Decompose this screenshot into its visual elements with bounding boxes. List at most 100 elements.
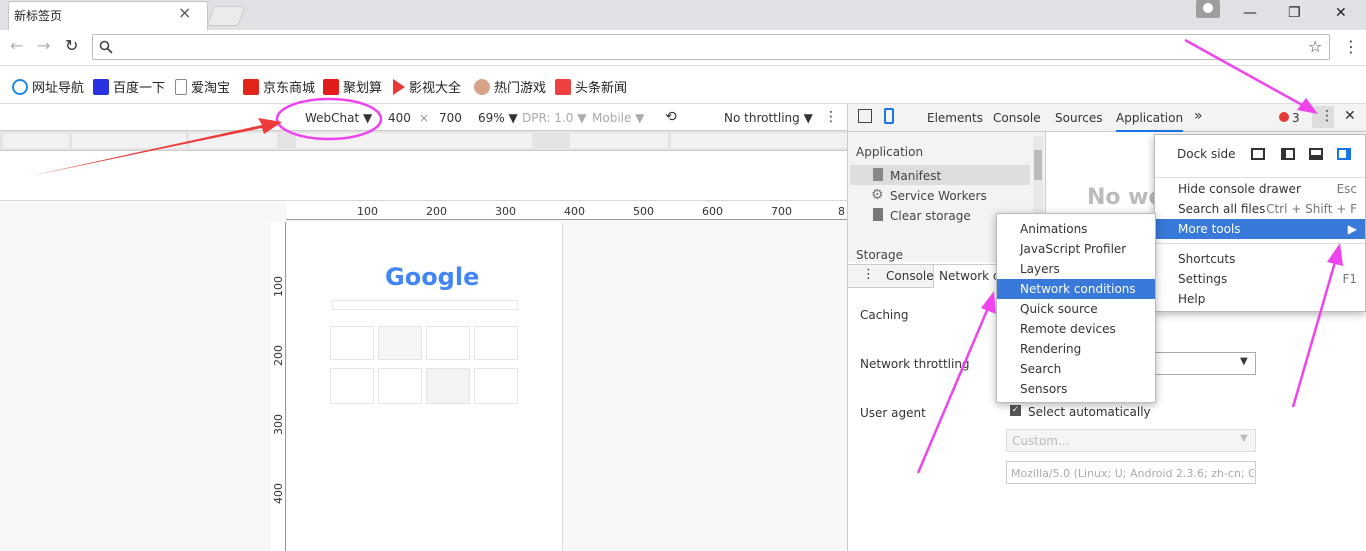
device-toolbar-menu-icon[interactable]: ⋮ xyxy=(824,109,838,125)
menu-divider xyxy=(1155,177,1365,178)
bookmark-item[interactable]: 头条新闻 xyxy=(555,77,627,96)
menu-item-more-tools[interactable]: More tools ▶ xyxy=(1155,219,1365,239)
menu-item-search[interactable]: Search xyxy=(997,359,1155,379)
menu-item-javascript-profiler[interactable]: JavaScript Profiler xyxy=(997,239,1155,259)
tile-thumbnail[interactable] xyxy=(330,326,374,360)
menu-item-search-all-files[interactable]: Search all files Ctrl + Shift + F xyxy=(1155,199,1365,219)
height-input[interactable]: 700 xyxy=(439,111,462,125)
menu-item-animations[interactable]: Animations xyxy=(997,219,1155,239)
tab-title: 新标签页 xyxy=(14,9,63,23)
close-window-button[interactable]: ✕ xyxy=(1335,5,1347,21)
caching-label: Caching xyxy=(860,308,909,322)
device-select[interactable]: WebChat ▼ xyxy=(305,111,372,125)
play-icon xyxy=(393,78,405,95)
width-input[interactable]: 400 xyxy=(388,111,411,125)
menu-item-rendering[interactable]: Rendering xyxy=(997,339,1155,359)
tile-thumbnail[interactable] xyxy=(330,368,374,404)
ruler-tick-label: 200 xyxy=(272,345,285,366)
media-query-segment[interactable] xyxy=(570,133,668,148)
tile-thumbnail[interactable] xyxy=(474,326,518,360)
bookmark-item[interactable]: 爱淘宝 xyxy=(175,77,230,96)
sidebar-item-clear-storage[interactable]: Clear storage xyxy=(890,209,971,223)
reload-icon[interactable]: ↻ xyxy=(65,36,78,55)
tile-thumbnail[interactable] xyxy=(426,326,470,360)
inspect-element-icon[interactable] xyxy=(858,109,872,123)
tab-sources[interactable]: Sources xyxy=(1055,111,1102,125)
browser-menu-icon[interactable]: ⋮ xyxy=(1343,37,1359,56)
tab-elements[interactable]: Elements xyxy=(927,111,983,125)
bookmark-label: 热门游戏 xyxy=(494,81,547,96)
bookmark-label: 头条新闻 xyxy=(575,81,628,96)
dock-right-icon[interactable] xyxy=(1337,148,1351,160)
menu-item-sensors[interactable]: Sensors xyxy=(997,379,1155,399)
error-count[interactable]: 3 xyxy=(1292,111,1300,125)
restore-button[interactable]: ❐ xyxy=(1288,5,1301,21)
back-arrow-icon[interactable]: ← xyxy=(10,36,23,55)
dpr-select[interactable]: DPR: 1.0 ▼ xyxy=(522,111,586,125)
forward-arrow-icon[interactable]: → xyxy=(37,36,50,55)
tab-application[interactable]: Application xyxy=(1116,111,1184,132)
chevron-down-icon: ▼ xyxy=(1240,433,1248,444)
search-box-preview[interactable] xyxy=(332,300,518,310)
more-tabs-icon[interactable]: » xyxy=(1194,108,1203,124)
no-web-manifest-text: No we xyxy=(1087,185,1164,210)
profile-avatar-icon[interactable] xyxy=(1196,0,1220,18)
bookmark-item[interactable]: 京东商城 xyxy=(243,77,315,96)
drawer-menu-icon[interactable]: ⋮ xyxy=(862,267,875,282)
throttling-select[interactable]: No throttling ▼ xyxy=(724,111,813,125)
ruler-tick-label: 600 xyxy=(702,205,723,218)
undock-icon[interactable] xyxy=(1251,148,1265,160)
media-query-segment[interactable] xyxy=(189,133,277,148)
menu-item-network-conditions[interactable]: Network conditions xyxy=(997,279,1155,299)
globe-icon xyxy=(12,78,28,95)
scrollbar-thumb[interactable] xyxy=(1034,150,1042,180)
menu-item-shortcuts[interactable]: Shortcuts xyxy=(1155,249,1365,269)
ruler-tick-label: 300 xyxy=(272,414,285,435)
bookmark-item[interactable]: 聚划算 xyxy=(323,77,382,96)
mobile-select[interactable]: Mobile ▼ xyxy=(592,111,644,125)
select-automatically-checkbox[interactable]: ✓ xyxy=(1010,405,1021,416)
minimize-button[interactable]: — xyxy=(1243,5,1257,21)
device-mode-icon[interactable] xyxy=(884,108,894,124)
tab-close-icon[interactable]: × xyxy=(178,3,191,22)
address-bar[interactable] xyxy=(92,34,1330,60)
bookmark-item[interactable]: 网址导航 xyxy=(12,77,84,96)
juhuasuan-icon xyxy=(323,78,339,95)
menu-item-settings[interactable]: Settings F1 xyxy=(1155,269,1365,289)
tile-thumbnail[interactable] xyxy=(474,368,518,404)
chevron-down-icon: ▼ xyxy=(1240,356,1248,367)
bookmark-star-icon[interactable]: ☆ xyxy=(1308,37,1322,56)
tile-thumbnail[interactable] xyxy=(426,368,470,404)
dock-bottom-icon[interactable] xyxy=(1309,148,1323,160)
media-query-segment[interactable] xyxy=(671,133,847,148)
media-query-segment[interactable] xyxy=(296,133,532,148)
tile-thumbnail[interactable] xyxy=(378,368,422,404)
media-query-segment[interactable] xyxy=(72,133,186,148)
devtools-menu-icon[interactable]: ⋮ xyxy=(1320,108,1334,124)
menu-item-hide-console-drawer[interactable]: Hide console drawer Esc xyxy=(1155,179,1365,199)
ruler-tick-label: 700 xyxy=(771,205,792,218)
close-devtools-icon[interactable]: ✕ xyxy=(1344,108,1356,124)
page-icon xyxy=(175,78,187,95)
tile-thumbnail[interactable] xyxy=(378,326,422,360)
menu-item-layers[interactable]: Layers xyxy=(997,259,1155,279)
bookmark-label: 聚划算 xyxy=(343,81,383,96)
menu-item-help[interactable]: Help xyxy=(1155,289,1365,309)
menu-item-remote-devices[interactable]: Remote devices xyxy=(997,319,1155,339)
drawer-tab-console[interactable]: Console xyxy=(886,269,934,283)
ruler-tick-label: 100 xyxy=(272,276,285,297)
gear-icon: ⚙ xyxy=(871,187,884,203)
menu-item-quick-source[interactable]: Quick source xyxy=(997,299,1155,319)
sidebar-item-service-workers[interactable]: Service Workers xyxy=(890,189,987,203)
rotate-icon[interactable]: ⟲ xyxy=(665,109,677,125)
tab-console[interactable]: Console xyxy=(993,111,1041,125)
bookmark-item[interactable]: 百度一下 xyxy=(93,77,165,96)
bookmark-label: 百度一下 xyxy=(113,81,166,96)
zoom-select[interactable]: 69% ▼ xyxy=(478,111,518,125)
sidebar-item-manifest[interactable]: Manifest xyxy=(890,169,941,183)
bookmark-item[interactable]: 热门游戏 xyxy=(474,77,546,96)
media-query-segment[interactable] xyxy=(3,133,69,148)
dock-left-icon[interactable] xyxy=(1281,148,1295,160)
bookmark-item[interactable]: 影视大全 xyxy=(393,77,461,96)
file-icon xyxy=(873,168,883,181)
